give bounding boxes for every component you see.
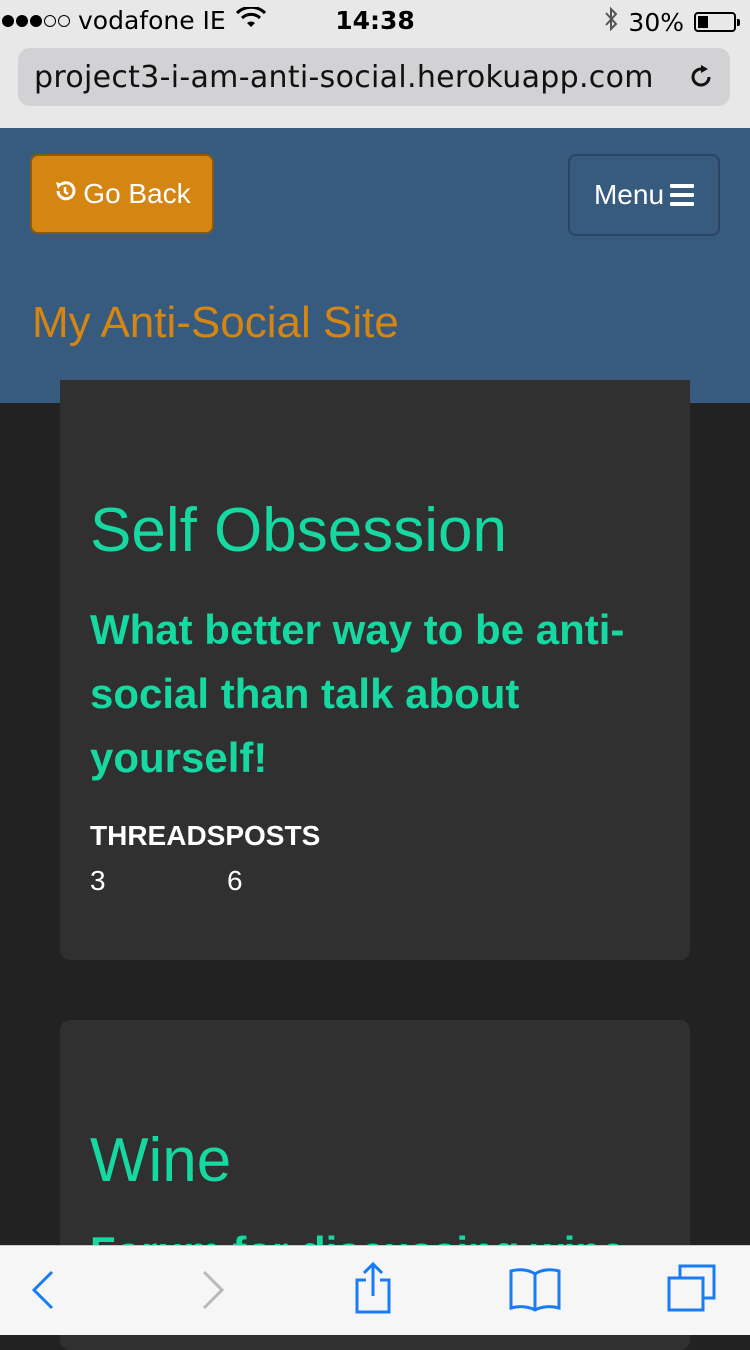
menu-label: Menu: [593, 179, 665, 210]
forward-arrow-icon[interactable]: [200, 1268, 226, 1316]
site-brand[interactable]: My Anti-Social Site: [32, 298, 399, 348]
threads-header: THREADS: [90, 820, 226, 851]
forum-title[interactable]: Wine: [90, 1125, 231, 1196]
reload-icon[interactable]: [686, 62, 716, 96]
posts-count: 6: [227, 865, 243, 896]
back-arrow-icon[interactable]: [30, 1268, 56, 1316]
hamburger-icon: [670, 184, 695, 206]
posts-header: POSTS: [225, 820, 321, 851]
url-text[interactable]: project3-i-am-anti-social.herokuapp.com: [34, 60, 654, 95]
threads-count: 3: [90, 865, 106, 896]
forum-description: What better way to be anti-social than t…: [90, 606, 625, 781]
status-right: 30%: [604, 6, 740, 38]
browser-toolbar: [0, 1245, 750, 1335]
menu-button[interactable]: Menu: [568, 154, 720, 236]
forum-card[interactable]: Self Obsession What better way to be ant…: [60, 380, 690, 960]
status-bar: vodafone IE 14:38 30%: [0, 0, 750, 40]
bookmarks-icon[interactable]: [508, 1266, 562, 1316]
battery-level: [698, 16, 709, 28]
go-back-label: Go Back: [83, 178, 191, 209]
share-icon[interactable]: [352, 1261, 394, 1318]
forum-title[interactable]: Self Obsession: [90, 495, 507, 566]
bluetooth-icon: [604, 6, 618, 38]
address-bar[interactable]: project3-i-am-anti-social.herokuapp.com: [18, 48, 730, 106]
forum-stats-header: THREADS POSTS: [90, 820, 320, 852]
battery-percent: 30%: [628, 7, 684, 37]
site-header: Go Back Menu My Anti-Social Site: [0, 128, 750, 403]
battery-icon: [694, 12, 740, 32]
tabs-icon[interactable]: [666, 1264, 718, 1318]
history-back-icon: [53, 178, 77, 210]
go-back-button[interactable]: Go Back: [30, 154, 214, 234]
browser-chrome: project3-i-am-anti-social.herokuapp.com: [0, 40, 750, 128]
